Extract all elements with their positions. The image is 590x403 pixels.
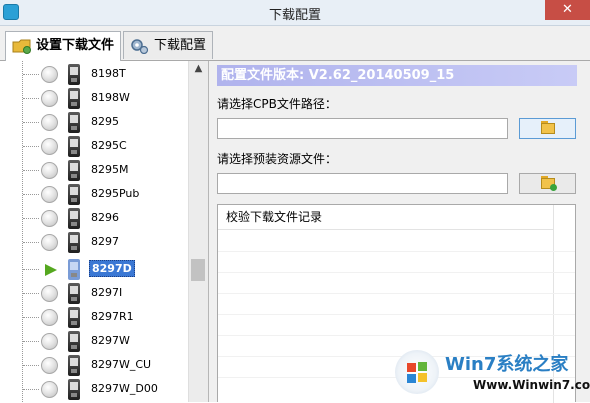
phone-icon: [68, 184, 80, 205]
tree-item-label: 8295M: [91, 163, 129, 176]
tree-scrollbar[interactable]: ▲: [188, 61, 208, 402]
tree-item-selected[interactable]: 8297D: [0, 258, 188, 282]
tree-item[interactable]: 8296: [0, 207, 188, 231]
status-led-icon: [41, 309, 58, 326]
close-icon: ✕: [562, 2, 573, 17]
phone-icon: [68, 307, 80, 328]
close-button[interactable]: ✕: [545, 0, 590, 20]
scroll-thumb[interactable]: [191, 259, 205, 281]
watermark-brand: Win7系统之家: [445, 354, 569, 375]
tree-item-label: 8198T: [91, 67, 126, 80]
windows-logo-icon: [395, 350, 439, 394]
status-led-icon: [41, 381, 58, 398]
tree-item[interactable]: 8297I: [0, 282, 188, 306]
tree-item-label: 8295: [91, 115, 119, 128]
status-led-icon: [41, 285, 58, 302]
tree-item-label: 8297W: [91, 334, 130, 347]
gears-icon: [131, 39, 149, 54]
tree-item-label: 8295Pub: [91, 187, 140, 200]
phone-icon: [68, 112, 80, 133]
log-column-header: 校验下载文件记录: [218, 205, 553, 230]
cpb-path-label: 请选择CPB文件路径：: [217, 97, 337, 111]
folder-settings-icon: [12, 39, 31, 54]
model-tree[interactable]: 8198T 8198W 8295 8295C 8295M 8295Pub 829…: [0, 61, 209, 402]
tab-label: 下载配置: [154, 38, 207, 53]
tree-item[interactable]: 8295Pub: [0, 183, 188, 207]
tab-label: 设置下载文件: [36, 38, 115, 53]
tree-item-label: 8296: [91, 211, 119, 224]
tree-item-label: 8297R1: [91, 310, 134, 323]
phone-icon: [68, 355, 80, 376]
config-version-banner: 配置文件版本: V2.62_20140509_15: [217, 65, 577, 86]
phone-icon: [68, 208, 80, 229]
phone-icon: [68, 88, 80, 109]
preload-resource-input[interactable]: [217, 173, 508, 194]
tree-item[interactable]: 8295M: [0, 159, 188, 183]
status-led-icon: [41, 357, 58, 374]
phone-icon: [68, 232, 80, 253]
tab-download-config[interactable]: 下载配置: [123, 31, 213, 59]
cpb-path-input[interactable]: [217, 118, 508, 139]
tree-item[interactable]: 8295: [0, 111, 188, 135]
status-led-icon: [41, 186, 58, 203]
tree-item[interactable]: 8295C: [0, 135, 188, 159]
phone-icon: [68, 259, 80, 280]
tree-item[interactable]: 8297R1: [0, 306, 188, 330]
tree-item-label: 8297I: [91, 286, 123, 299]
tree-item[interactable]: 8297W_D00: [0, 378, 188, 402]
preload-resource-label: 请选择预装资源文件：: [217, 152, 338, 166]
phone-icon: [68, 283, 80, 304]
tree-item-label: 8295C: [91, 139, 127, 152]
browse-preload-button[interactable]: [519, 173, 576, 194]
play-arrow-icon: [45, 264, 57, 276]
tree-item[interactable]: 8297: [0, 231, 188, 255]
status-led-icon: [41, 90, 58, 107]
tree-item-label: 8297W_D00: [91, 382, 158, 395]
status-led-icon: [41, 333, 58, 350]
window-title: 下载配置: [268, 8, 321, 23]
tree-item[interactable]: 8198T: [0, 63, 188, 87]
phone-icon: [68, 64, 80, 85]
browse-cpb-button[interactable]: [519, 118, 576, 139]
tree-item[interactable]: 8297W: [0, 330, 188, 354]
scroll-up-icon[interactable]: ▲: [189, 63, 208, 79]
phone-icon: [68, 160, 80, 181]
tree-item-label: 8297: [91, 235, 119, 248]
tab-set-download-files[interactable]: 设置下载文件: [5, 31, 121, 61]
title-bar: 下载配置 ✕: [0, 0, 590, 26]
status-led-icon: [41, 138, 58, 155]
status-led-icon: [41, 162, 58, 179]
phone-icon: [68, 379, 80, 400]
watermark-url: Www.Winwin7.com: [473, 378, 590, 392]
phone-icon: [68, 331, 80, 352]
status-led-icon: [41, 66, 58, 83]
tab-bar: 设置下载文件 下载配置: [0, 26, 590, 61]
folder-icon: [541, 123, 555, 134]
site-watermark: Win7系统之家 Www.Winwin7.com: [393, 347, 590, 402]
status-led-icon: [41, 114, 58, 131]
phone-icon: [68, 136, 80, 157]
tree-item-label: 8297D: [89, 260, 135, 277]
status-led-icon: [41, 210, 58, 227]
tree-item-label: 8297W_CU: [91, 358, 152, 371]
tree-item-label: 8198W: [91, 91, 130, 104]
status-led-icon: [41, 234, 58, 251]
tree-item[interactable]: 8198W: [0, 87, 188, 111]
tree-item[interactable]: 8297W_CU: [0, 354, 188, 378]
